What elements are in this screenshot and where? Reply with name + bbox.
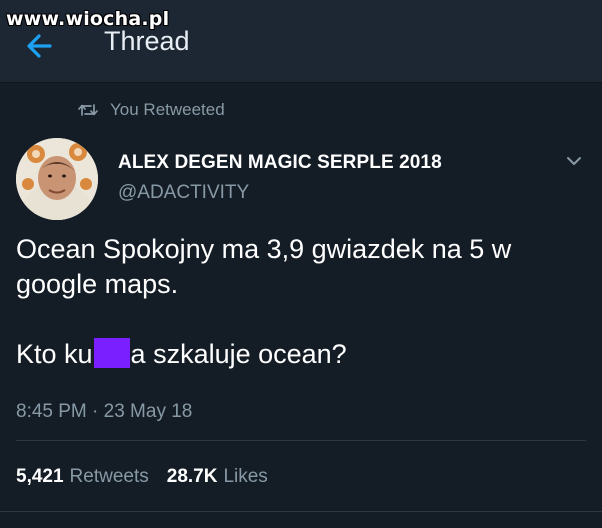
retweets-count: 5,421 [16, 466, 64, 487]
retweet-icon [78, 104, 98, 116]
avatar-image [16, 138, 98, 220]
divider-bottom [0, 511, 602, 512]
retweet-context: You Retweeted [78, 98, 225, 122]
likes-label: Likes [223, 466, 268, 487]
tweet-text-before-censor: Kto ku [16, 339, 93, 369]
tweet-text-line1: Ocean Spokojny ma 3,9 gwiazdek na 5 w go… [16, 234, 512, 299]
retweets-label: Retweets [69, 466, 149, 487]
tweet-stats: 5,421 Retweets 28.7K Likes [16, 466, 268, 488]
tweet-timestamp[interactable]: 8:45 PM · 23 May 18 [16, 401, 192, 423]
author-name[interactable]: ALEX DEGEN MAGIC SERPLE 2018 [118, 152, 442, 174]
tweet-text-after-censor: a szkaluje ocean? [130, 339, 347, 369]
chevron-down-icon [567, 157, 581, 165]
avatar[interactable] [16, 138, 98, 220]
tweet-body: Ocean Spokojny ma 3,9 gwiazdek na 5 w go… [16, 232, 586, 372]
watermark: www.wiocha.pl [6, 8, 170, 30]
tweet-menu-button[interactable] [564, 154, 584, 168]
retweets-stat[interactable]: 5,421 Retweets [16, 466, 149, 488]
censor-block [93, 338, 130, 368]
back-button[interactable] [20, 28, 60, 64]
likes-stat[interactable]: 28.7K Likes [167, 466, 268, 488]
likes-count: 28.7K [166, 466, 218, 487]
author-handle[interactable]: @ADACTIVITY [118, 182, 249, 204]
page-title: Thread [104, 26, 190, 56]
arrow-left-icon [27, 34, 52, 58]
retweet-label: You Retweeted [110, 100, 225, 119]
tweet-text-line2: Kto ku a szkaluje ocean? [16, 337, 586, 372]
divider [16, 440, 586, 441]
